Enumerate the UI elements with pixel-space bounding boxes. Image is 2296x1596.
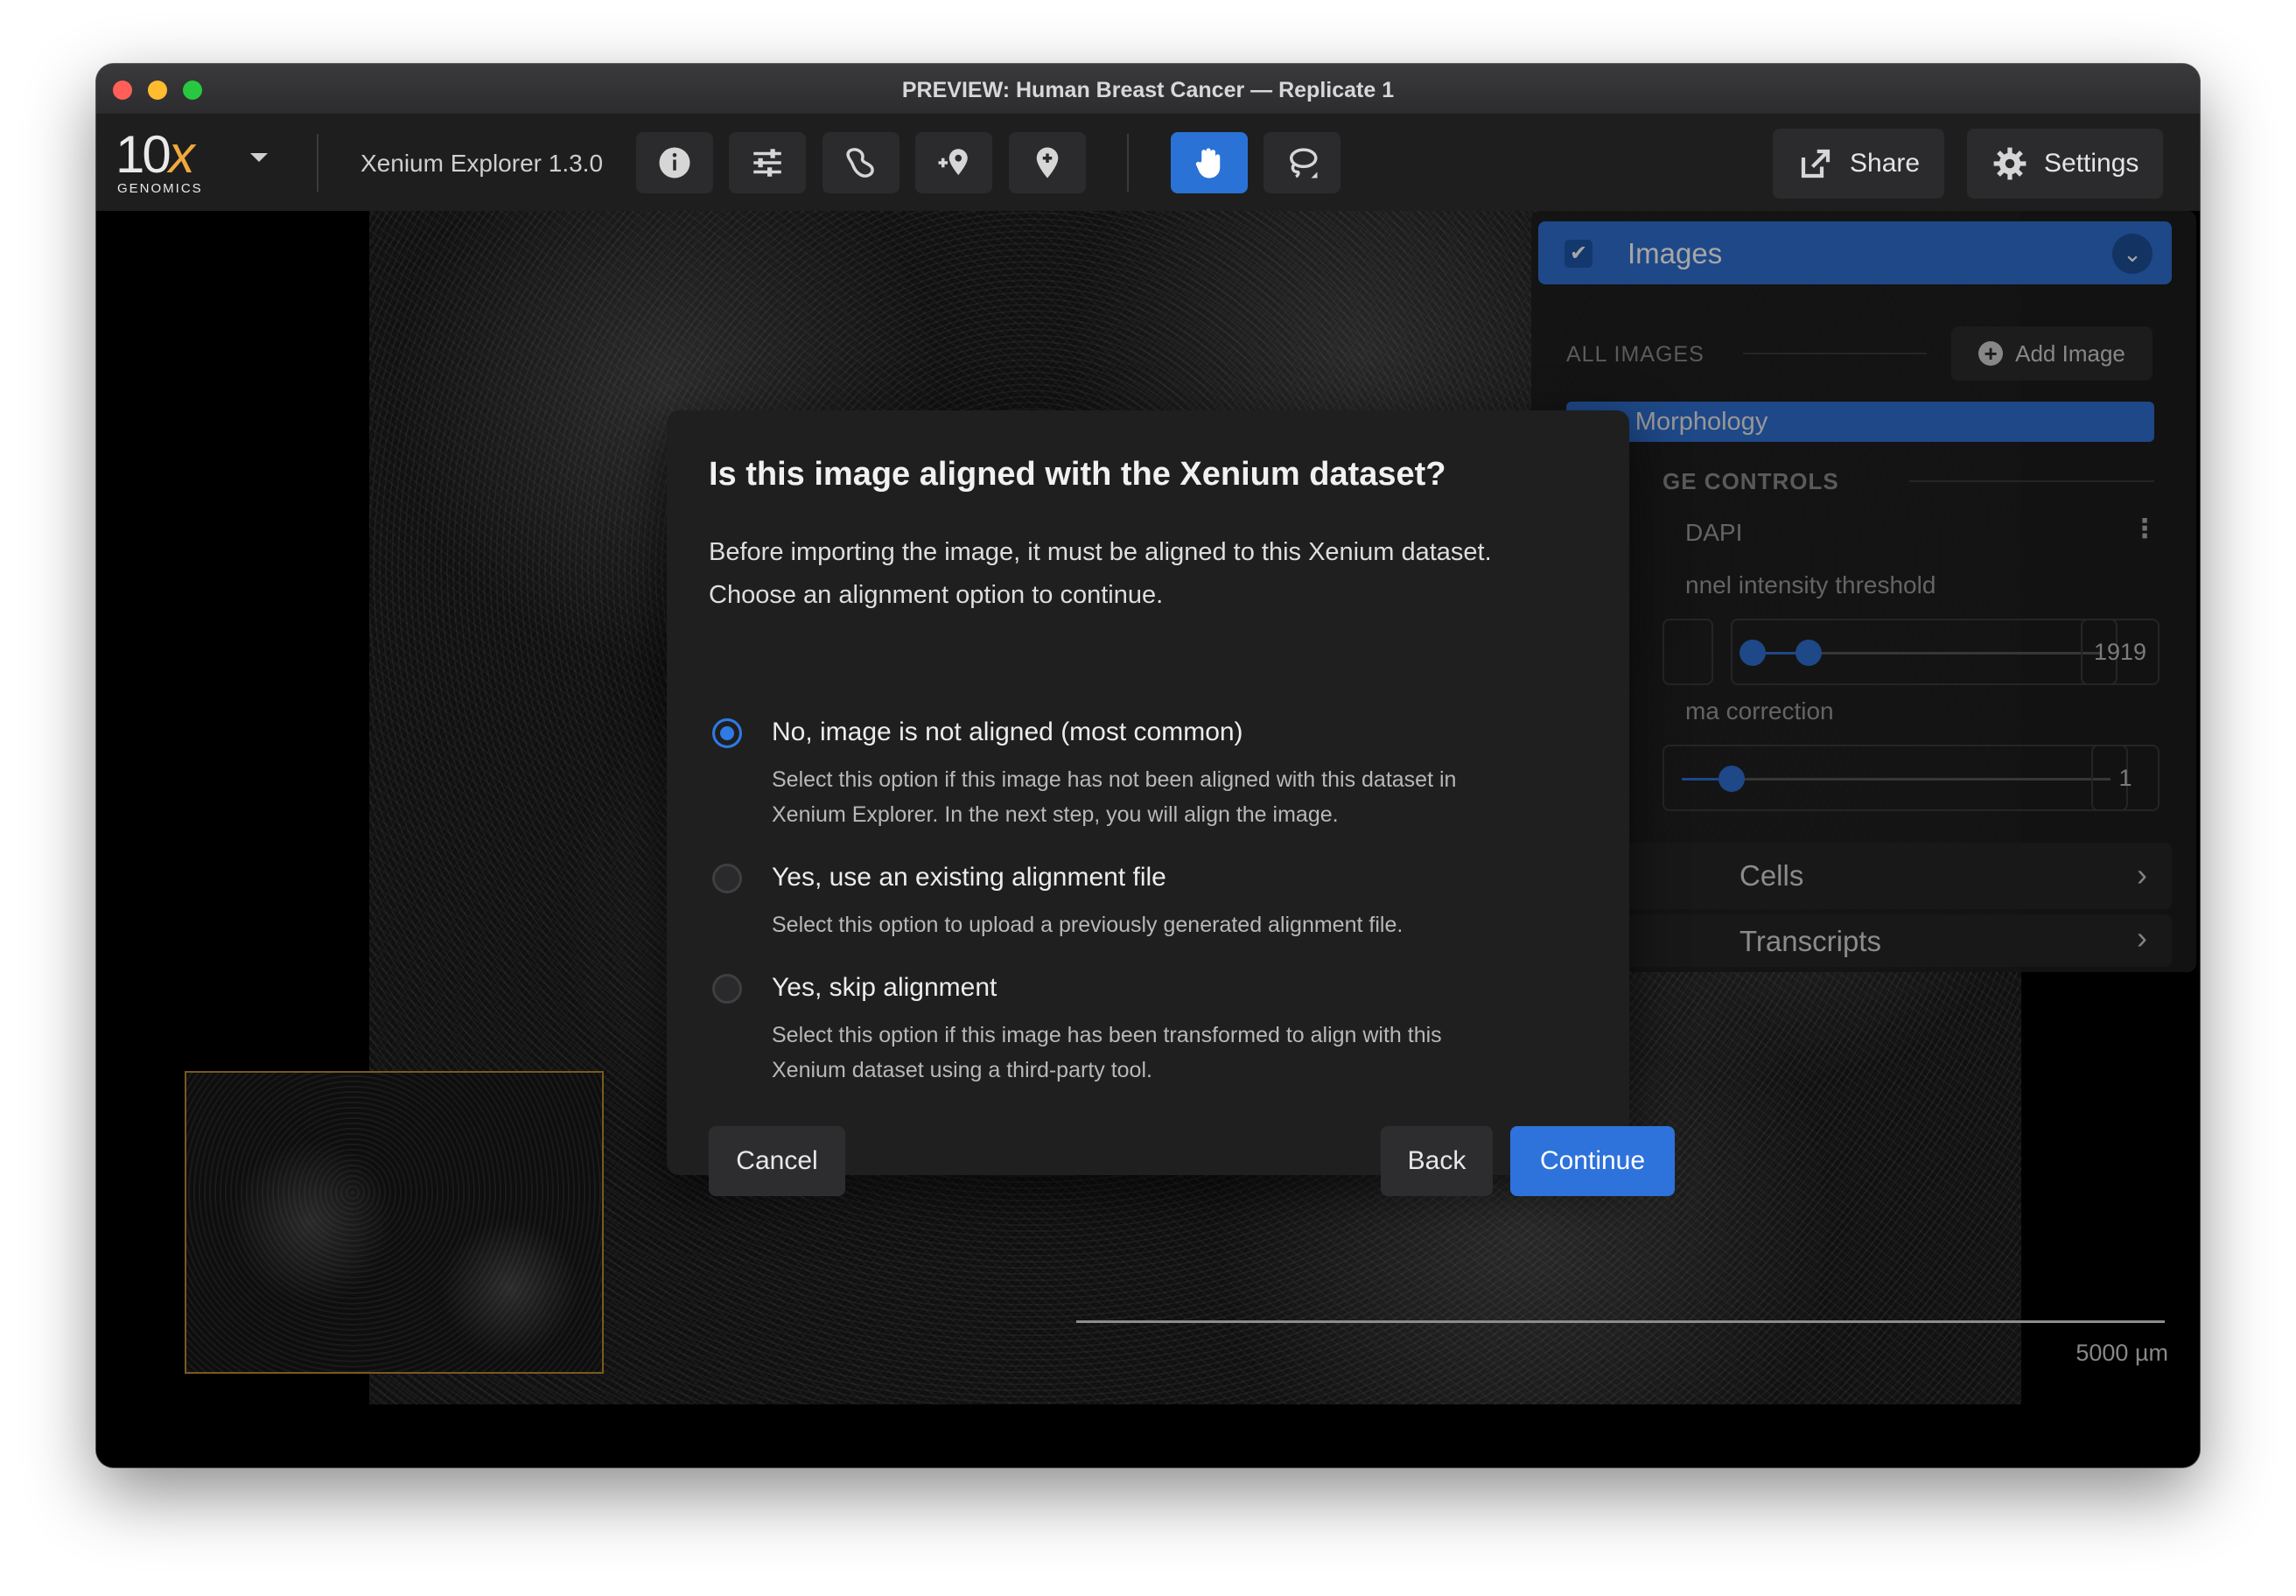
option-help: Select this option to upload a previousl… <box>772 907 1577 942</box>
sliders-icon <box>753 149 781 177</box>
radio-not-aligned[interactable] <box>712 718 742 748</box>
settings-button[interactable]: Settings <box>1967 129 2164 199</box>
lasso-icon <box>1290 148 1318 178</box>
option-help-line: Select this option to upload a previousl… <box>772 913 1404 937</box>
boundary-tool-button[interactable] <box>822 132 900 193</box>
app-version: Xenium Explorer 1.3.0 <box>360 150 604 177</box>
settings-label: Settings <box>2044 149 2139 178</box>
toolbar-divider <box>1127 134 1129 192</box>
title-bar: PREVIEW: Human Breast Cancer — Replicate… <box>96 64 2200 115</box>
dialog-description: Before importing the image, it must be a… <box>709 531 1592 617</box>
option-label: Yes, skip alignment <box>772 973 998 1002</box>
cancel-button[interactable]: Cancel <box>709 1126 845 1196</box>
window-title: PREVIEW: Human Breast Cancer — Replicate… <box>901 78 1395 102</box>
share-button[interactable]: Share <box>1773 129 1945 199</box>
option-help: Select this option if this image has bee… <box>772 1018 1577 1088</box>
option-label: No, image is not aligned (most common) <box>772 718 1243 746</box>
location-pin-button[interactable] <box>1009 132 1086 193</box>
boundary-icon <box>846 148 874 178</box>
add-location-button[interactable] <box>915 132 992 193</box>
logo-subtext: GENOMICS <box>117 181 203 196</box>
info-icon <box>659 147 690 178</box>
radio-existing-file[interactable] <box>712 864 742 893</box>
hand-pan-icon <box>1195 148 1221 178</box>
brand-logo[interactable]: 10x GENOMICS <box>116 129 203 197</box>
back-button[interactable]: Back <box>1381 1126 1493 1196</box>
option-help: Select this option if this image has not… <box>772 762 1577 832</box>
location-pin-icon <box>1036 147 1059 178</box>
toolbar: 10x GENOMICS Xenium Explorer 1.3.0 Share… <box>96 115 2200 211</box>
share-label: Share <box>1850 149 1921 178</box>
continue-button[interactable]: Continue <box>1510 1126 1675 1196</box>
dialog-title: Is this image aligned with the Xenium da… <box>709 456 1446 493</box>
add-location-icon <box>938 149 968 175</box>
adjustments-button[interactable] <box>729 132 806 193</box>
option-help-line: Select this option if this image has not… <box>772 767 1457 792</box>
info-button[interactable] <box>636 132 713 193</box>
lasso-tool-button[interactable] <box>1264 132 1340 193</box>
pan-tool-button[interactable] <box>1171 132 1248 193</box>
app-window: PREVIEW: Human Breast Cancer — Replicate… <box>96 64 2200 1467</box>
gear-icon <box>1993 147 2026 180</box>
option-help-line: Xenium Explorer. In the next step, you w… <box>772 802 1339 827</box>
alignment-dialog: Is this image aligned with the Xenium da… <box>667 410 1675 1196</box>
option-label: Yes, use an existing alignment file <box>772 863 1166 892</box>
radio-skip-alignment[interactable] <box>712 974 742 1004</box>
dialog-description-line: Before importing the image, it must be a… <box>709 538 1492 566</box>
dialog-description-line: Choose an alignment option to continue. <box>709 581 1164 609</box>
chevron-down-icon[interactable] <box>250 153 268 162</box>
share-icon <box>1801 149 1830 178</box>
option-help-line: Xenium dataset using a third-party tool. <box>772 1058 1152 1082</box>
option-help-line: Select this option if this image has bee… <box>772 1023 1442 1047</box>
toolbar-divider <box>317 134 318 192</box>
